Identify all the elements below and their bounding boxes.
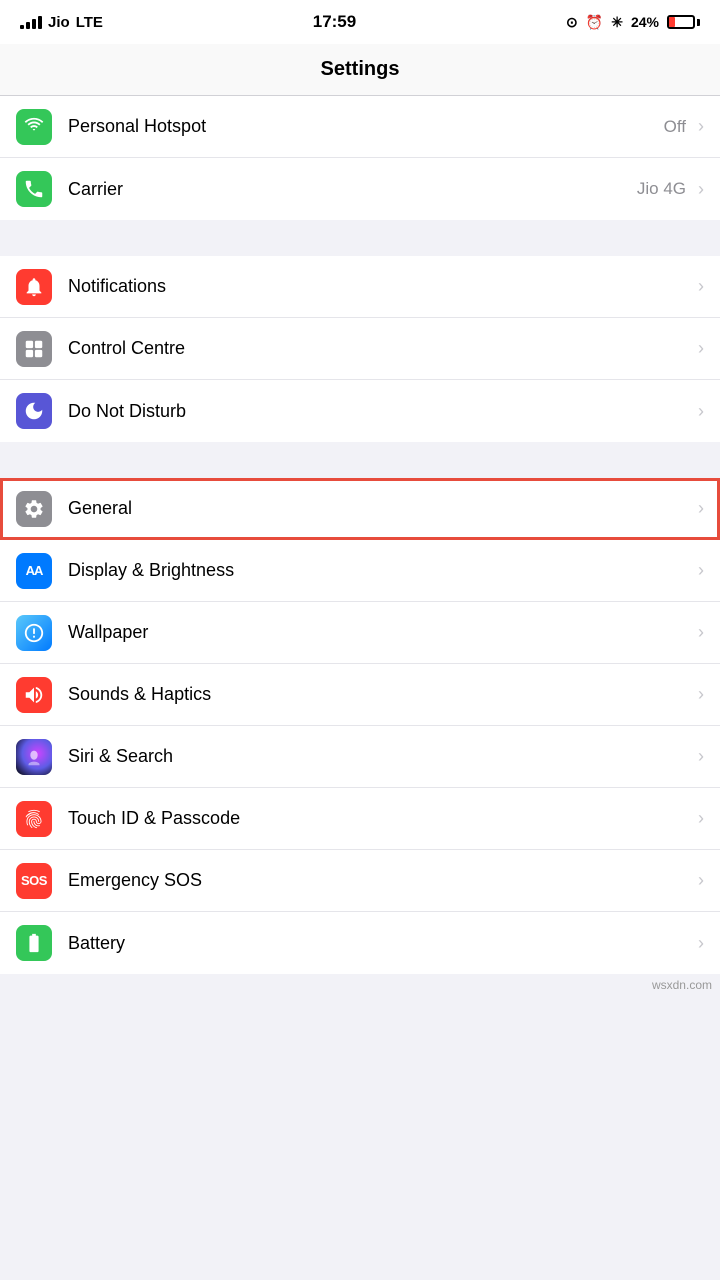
- touchid-icon: [16, 801, 52, 837]
- sounds-icon: [16, 677, 52, 713]
- row-control-centre[interactable]: Control Centre ›: [0, 318, 720, 380]
- watermark: wsxdn.com: [0, 974, 720, 996]
- row-general[interactable]: General ›: [0, 478, 720, 540]
- chevron-icon: ›: [698, 338, 704, 359]
- chevron-icon: ›: [698, 933, 704, 954]
- chevron-icon: ›: [698, 116, 704, 137]
- carrier-label: Carrier: [68, 179, 637, 200]
- status-time: 17:59: [313, 12, 356, 32]
- page-title: Settings: [321, 58, 400, 81]
- location-icon: ⊙: [566, 14, 578, 31]
- carrier-label: Jio: [48, 14, 70, 31]
- bluetooth-icon: ✳: [611, 14, 623, 31]
- battery-percent: 24%: [631, 14, 659, 30]
- row-notifications[interactable]: Notifications ›: [0, 256, 720, 318]
- carrier-icon: [16, 171, 52, 207]
- siri-icon: [16, 739, 52, 775]
- status-bar: Jio LTE 17:59 ⊙ ⏰ ✳ 24%: [0, 0, 720, 44]
- section-system2: General › AA Display & Brightness › Wall…: [0, 478, 720, 974]
- row-wallpaper[interactable]: Wallpaper ›: [0, 602, 720, 664]
- status-left: Jio LTE: [20, 14, 103, 31]
- chevron-icon: ›: [698, 808, 704, 829]
- touchid-label: Touch ID & Passcode: [68, 808, 694, 829]
- section-gap-2: [0, 442, 720, 478]
- notifications-label: Notifications: [68, 276, 694, 297]
- row-carrier[interactable]: Carrier Jio 4G ›: [0, 158, 720, 220]
- battery-icon: [16, 925, 52, 961]
- wallpaper-label: Wallpaper: [68, 622, 694, 643]
- battery-label: Battery: [68, 933, 694, 954]
- row-display-brightness[interactable]: AA Display & Brightness ›: [0, 540, 720, 602]
- row-touch-id[interactable]: Touch ID & Passcode ›: [0, 788, 720, 850]
- siri-label: Siri & Search: [68, 746, 694, 767]
- sos-icon: SOS: [16, 863, 52, 899]
- chevron-icon: ›: [698, 401, 704, 422]
- network-type: LTE: [76, 14, 103, 31]
- general-label: General: [68, 498, 694, 519]
- dnd-icon: [16, 393, 52, 429]
- navigation-bar: Settings: [0, 44, 720, 96]
- display-icon: AA: [16, 553, 52, 589]
- sos-label: Emergency SOS: [68, 870, 694, 891]
- chevron-icon: ›: [698, 684, 704, 705]
- section-system1: Notifications › Control Centre › Do Not …: [0, 256, 720, 442]
- control-icon: [16, 331, 52, 367]
- signal-icon: [20, 15, 42, 29]
- row-do-not-disturb[interactable]: Do Not Disturb ›: [0, 380, 720, 442]
- chevron-icon: ›: [698, 498, 704, 519]
- sounds-label: Sounds & Haptics: [68, 684, 694, 705]
- chevron-icon: ›: [698, 276, 704, 297]
- section-connectivity: Personal Hotspot Off › Carrier Jio 4G ›: [0, 96, 720, 220]
- row-emergency-sos[interactable]: SOS Emergency SOS ›: [0, 850, 720, 912]
- hotspot-label: Personal Hotspot: [68, 116, 664, 137]
- carrier-value: Jio 4G: [637, 179, 686, 199]
- hotspot-icon: [16, 109, 52, 145]
- dnd-label: Do Not Disturb: [68, 401, 694, 422]
- row-sounds-haptics[interactable]: Sounds & Haptics ›: [0, 664, 720, 726]
- status-right: ⊙ ⏰ ✳ 24%: [566, 14, 700, 31]
- alarm-icon: ⏰: [586, 14, 603, 31]
- section-gap-1: [0, 220, 720, 256]
- row-battery[interactable]: Battery ›: [0, 912, 720, 974]
- wallpaper-icon: [16, 615, 52, 651]
- chevron-icon: ›: [698, 560, 704, 581]
- notifications-icon: [16, 269, 52, 305]
- chevron-icon: ›: [698, 179, 704, 200]
- chevron-icon: ›: [698, 746, 704, 767]
- display-label: Display & Brightness: [68, 560, 694, 581]
- chevron-icon: ›: [698, 870, 704, 891]
- control-label: Control Centre: [68, 338, 694, 359]
- battery-indicator: [667, 15, 700, 29]
- row-personal-hotspot[interactable]: Personal Hotspot Off ›: [0, 96, 720, 158]
- row-siri-search[interactable]: Siri & Search ›: [0, 726, 720, 788]
- hotspot-value: Off: [664, 117, 686, 137]
- chevron-icon: ›: [698, 622, 704, 643]
- general-icon: [16, 491, 52, 527]
